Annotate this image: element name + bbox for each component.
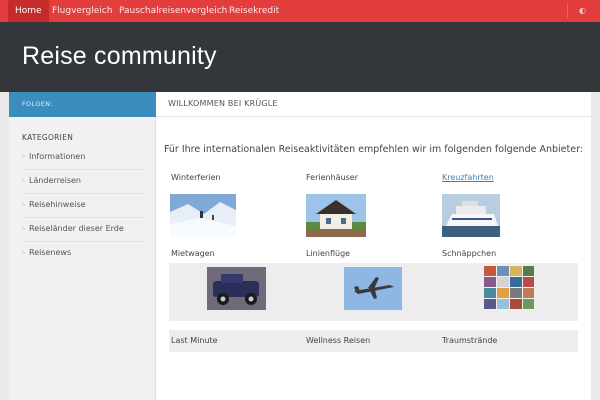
collage-photo[interactable] (483, 265, 535, 310)
cruise-ship-photo[interactable] (442, 194, 500, 237)
offer-label-linienfluege: Linienflüge (306, 249, 351, 258)
bullet-icon: ▷ (22, 202, 26, 208)
offer-row: Mietwagen Linienflüge Schnäppchen (169, 249, 578, 321)
follow-bar: FOLGEN: (9, 92, 156, 117)
airplane-photo[interactable] (344, 267, 402, 310)
ski-slope-photo[interactable] (170, 194, 236, 237)
rss-icon[interactable]: ◐ (579, 0, 586, 22)
nav-divider (567, 4, 568, 18)
offer-label-mietwagen: Mietwagen (171, 249, 215, 258)
offer-label-winterferien: Winterferien (171, 173, 221, 182)
offer-row: Last Minute Wellness Reisen Traumstrände (169, 330, 578, 352)
intro-text: Für Ihre internationalen Reiseaktivitäte… (163, 144, 584, 155)
sidebar: FOLGEN: KATEGORIEN ▷ Informationen ▷ Län… (9, 92, 156, 400)
bullet-icon: ▷ (22, 226, 26, 232)
holiday-house-photo[interactable] (306, 194, 366, 237)
category-label[interactable]: Informationen (29, 152, 85, 161)
nav-item-flugvergleich[interactable]: Flugvergleich (45, 0, 119, 22)
site-title[interactable]: Reise community (22, 42, 217, 71)
category-item[interactable]: ▷ Informationen (22, 146, 144, 170)
classic-car-photo[interactable] (207, 267, 266, 310)
category-label[interactable]: Reisenews (29, 248, 71, 257)
bullet-icon: ▷ (22, 178, 26, 184)
main-content: WILLKOMMEN BEI KRÜGLE Für Ihre internati… (156, 92, 591, 400)
page-header: WILLKOMMEN BEI KRÜGLE (156, 92, 591, 117)
category-label[interactable]: Reiseländer dieser Erde (29, 224, 124, 233)
bullet-icon: ▷ (22, 250, 26, 256)
category-label[interactable]: Reisehinweise (29, 200, 86, 209)
offer-label-last-minute: Last Minute (171, 336, 218, 345)
top-navigation: Home Flugvergleich Pauschalreisenverglei… (0, 0, 600, 22)
nav-item-reisekredit[interactable]: Reisekredit (222, 0, 286, 22)
category-item[interactable]: ▷ Reisehinweise (22, 194, 144, 218)
nav-item-home[interactable]: Home (8, 0, 49, 22)
page-title: WILLKOMMEN BEI KRÜGLE (168, 99, 278, 108)
category-label[interactable]: Länderreisen (29, 176, 81, 185)
offer-label-schnaeppchen: Schnäppchen (442, 249, 497, 258)
offer-label-traumstraende: Traumstrände (442, 336, 498, 345)
offer-row: Winterferien Ferienhäuser Kreuzfahrten (169, 168, 578, 240)
categories-heading: KATEGORIEN (22, 133, 74, 142)
offer-label-wellness-reisen: Wellness Reisen (306, 336, 371, 345)
site-header: Reise community (0, 22, 600, 92)
offer-label-ferienhaeuser: Ferienhäuser (306, 173, 359, 182)
nav-item-pauschalreisenvergleich[interactable]: Pauschalreisenvergleich (112, 0, 234, 22)
category-item[interactable]: ▷ Reisenews (22, 242, 144, 266)
category-item[interactable]: ▷ Länderreisen (22, 170, 144, 194)
category-item[interactable]: ▷ Reiseländer dieser Erde (22, 218, 144, 242)
offer-link-kreuzfahrten[interactable]: Kreuzfahrten (442, 173, 494, 182)
bullet-icon: ▷ (22, 154, 26, 160)
follow-label: FOLGEN: (22, 100, 53, 108)
